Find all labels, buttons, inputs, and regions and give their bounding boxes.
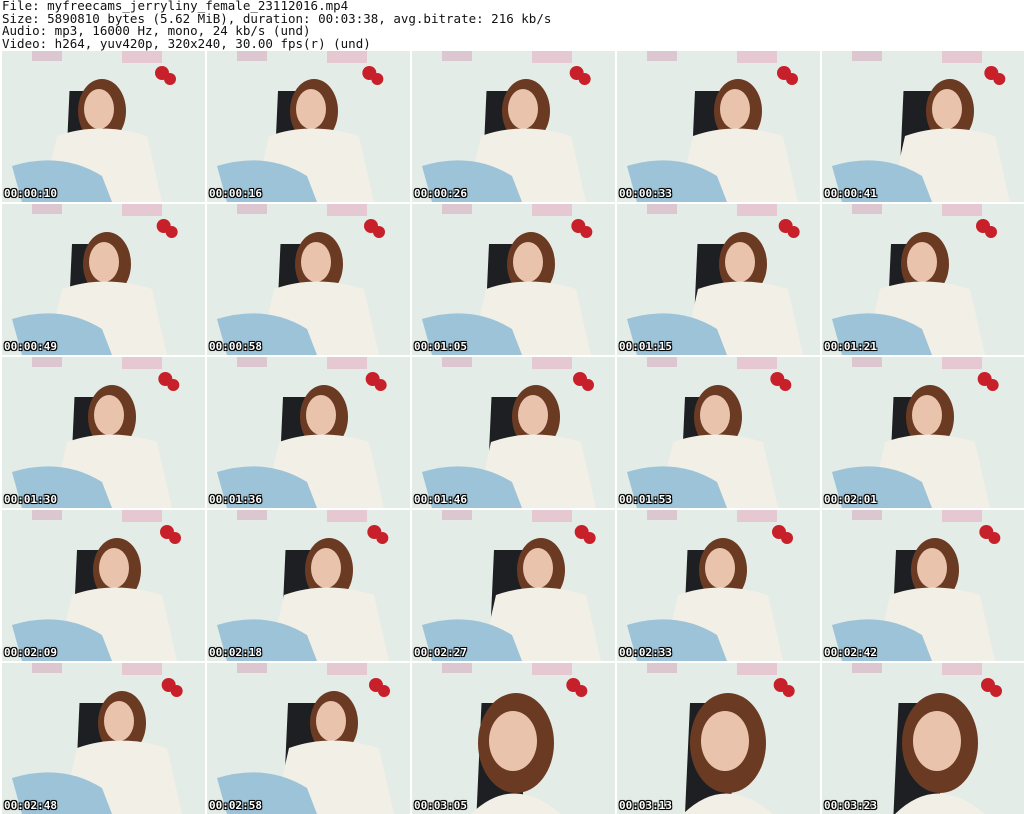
video-thumbnail: 00:01:46	[412, 357, 615, 508]
video-thumbnail: 00:02:48	[2, 663, 205, 814]
timestamp-label: 00:02:09	[4, 646, 57, 659]
video-thumbnail: 00:01:15	[617, 204, 820, 355]
timestamp-label: 00:00:16	[209, 187, 262, 200]
video-thumbnail: 00:02:09	[2, 510, 205, 661]
video-thumbnail: 00:02:42	[822, 510, 1024, 661]
timestamp-label: 00:02:27	[414, 646, 467, 659]
timestamp-label: 00:00:10	[4, 187, 57, 200]
timestamp-label: 00:02:01	[824, 493, 877, 506]
timestamp-label: 00:03:05	[414, 799, 467, 812]
video-thumbnail: 00:00:16	[207, 51, 410, 202]
timestamp-label: 00:00:26	[414, 187, 467, 200]
timestamp-label: 00:01:21	[824, 340, 877, 353]
timestamp-label: 00:00:49	[4, 340, 57, 353]
video-thumbnail: 00:01:21	[822, 204, 1024, 355]
timestamp-label: 00:01:05	[414, 340, 467, 353]
video-thumbnail: 00:01:53	[617, 357, 820, 508]
timestamp-label: 00:02:48	[4, 799, 57, 812]
timestamp-label: 00:01:46	[414, 493, 467, 506]
timestamp-label: 00:02:58	[209, 799, 262, 812]
timestamp-label: 00:00:33	[619, 187, 672, 200]
video-info-line: Video: h264, yuv420p, 320x240, 30.00 fps…	[2, 35, 371, 51]
video-thumbnail: 00:00:10	[2, 51, 205, 202]
timestamp-label: 00:01:36	[209, 493, 262, 506]
timestamp-label: 00:01:15	[619, 340, 672, 353]
video-thumbnail: 00:00:41	[822, 51, 1024, 202]
video-thumbnail: 00:03:23	[822, 663, 1024, 814]
video-thumbnail: 00:00:26	[412, 51, 615, 202]
timestamp-label: 00:02:42	[824, 646, 877, 659]
file-info-header: File: myfreecams_jerryliny_female_231120…	[2, 0, 1022, 50]
video-thumbnail: 00:01:30	[2, 357, 205, 508]
timestamp-label: 00:02:33	[619, 646, 672, 659]
timestamp-label: 00:00:58	[209, 340, 262, 353]
video-thumbnail: 00:02:27	[412, 510, 615, 661]
video-thumbnail: 00:00:49	[2, 204, 205, 355]
video-thumbnail: 00:01:05	[412, 204, 615, 355]
timestamp-label: 00:01:53	[619, 493, 672, 506]
timestamp-label: 00:02:18	[209, 646, 262, 659]
timestamp-label: 00:03:23	[824, 799, 877, 812]
video-thumbnail: 00:00:58	[207, 204, 410, 355]
thumbnail-grid: 00:00:10 00:00:16 00:00:26 00:00:33 00:0…	[0, 51, 1024, 814]
video-thumbnail: 00:02:18	[207, 510, 410, 661]
video-thumbnail: 00:03:13	[617, 663, 820, 814]
video-thumbnail: 00:03:05	[412, 663, 615, 814]
video-thumbnail: 00:02:01	[822, 357, 1024, 508]
timestamp-label: 00:01:30	[4, 493, 57, 506]
timestamp-label: 00:03:13	[619, 799, 672, 812]
video-thumbnail: 00:01:36	[207, 357, 410, 508]
timestamp-label: 00:00:41	[824, 187, 877, 200]
video-thumbnail: 00:02:33	[617, 510, 820, 661]
video-thumbnail: 00:00:33	[617, 51, 820, 202]
video-thumbnail: 00:02:58	[207, 663, 410, 814]
